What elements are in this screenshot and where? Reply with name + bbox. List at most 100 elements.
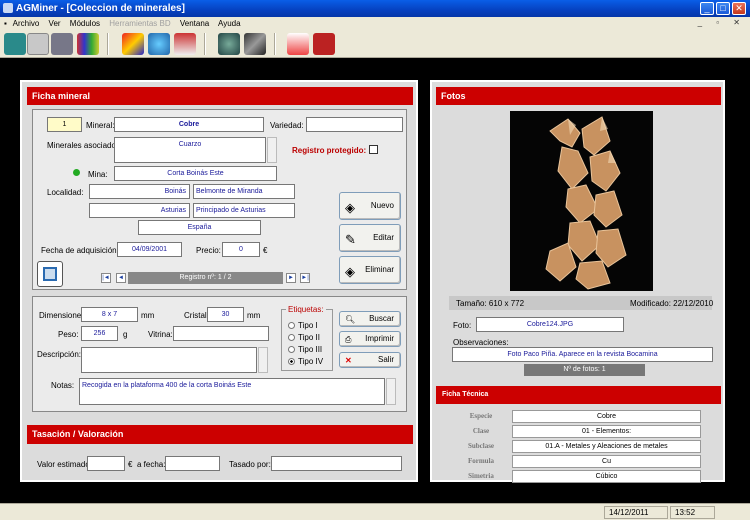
menu-herramientas[interactable]: Herramientas BD [109, 19, 170, 28]
ficha-header: Ficha mineral [27, 87, 413, 105]
variedad-field[interactable] [306, 117, 403, 132]
editar-button[interactable]: ✎ Editar [339, 224, 401, 252]
mina-field[interactable]: Corta Boinás Este [114, 166, 277, 181]
tasacion-fecha-field[interactable] [165, 456, 220, 471]
precio-field[interactable]: 0 [222, 242, 260, 257]
tecnica-row-value: Cu [512, 455, 701, 468]
cristal-field[interactable]: 30 [207, 307, 244, 322]
vitrina-field[interactable] [173, 326, 269, 341]
precio-label: Precio: [196, 246, 221, 255]
descripcion-scrollbar[interactable] [258, 347, 268, 373]
eliminar-button[interactable]: ◈ Eliminar [339, 256, 401, 284]
edit-pencil-icon: ✎ [345, 232, 356, 247]
tool-binoculars-icon[interactable] [244, 33, 266, 55]
window-title: AGMiner - [Coleccion de minerales] [16, 3, 185, 14]
next-record-button[interactable]: ► [286, 273, 296, 283]
observaciones-field[interactable]: Foto Paco Piña. Aparece en la revista Bo… [452, 347, 713, 362]
menu-bar: ▪ Archivo Ver Módulos Herramientas BD Ve… [0, 17, 750, 30]
title-bar: AGMiner - [Coleccion de minerales] [0, 0, 750, 17]
vitrina-label: Vitrina: [148, 330, 173, 339]
last-record-button[interactable]: ►| [300, 273, 310, 283]
mdi-controls[interactable]: _ ▫ ✕ [698, 18, 746, 27]
fecha-adquisicion-label: Fecha de adquisición: [41, 246, 119, 255]
etiqueta-tipo-2[interactable]: Tipo II [288, 333, 320, 342]
tool-catalog-icon[interactable] [174, 33, 196, 55]
peso-unit: g [123, 330, 128, 339]
notas-scrollbar[interactable] [386, 378, 396, 405]
buscar-button[interactable]: 🔍︎ Buscar [339, 311, 401, 327]
protegido-checkbox[interactable] [369, 145, 378, 154]
catalog-card-icon[interactable] [37, 261, 63, 287]
tool-pdf-icon[interactable] [287, 33, 309, 55]
localidad-field-2b[interactable]: Principado de Asturias [193, 203, 295, 218]
salir-button[interactable]: ✕ Salir [339, 352, 401, 368]
mineral-photo[interactable] [510, 111, 653, 291]
menu-archivo[interactable]: Archivo [13, 19, 40, 28]
imprimir-button[interactable]: ⎙ Imprimir [339, 331, 401, 347]
tool-specimen-icon[interactable] [218, 33, 240, 55]
status-dot-icon [73, 169, 80, 176]
menu-ayuda[interactable]: Ayuda [218, 19, 241, 28]
mineral-label: Mineral: [86, 121, 115, 130]
tasado-por-field[interactable] [271, 456, 402, 471]
menu-modulos[interactable]: Módulos [70, 19, 100, 28]
status-bar: 14/12/2011 13:52 [0, 503, 750, 520]
close-x-icon: ✕ [345, 356, 352, 365]
etiqueta-tipo-3[interactable]: Tipo III [288, 345, 322, 354]
mineral-field[interactable]: Cobre [114, 117, 264, 132]
menu-ver[interactable]: Ver [49, 19, 61, 28]
tool-rock-hammer-icon[interactable] [4, 33, 26, 55]
tasacion-header: Tasación / Valoración [27, 425, 413, 444]
close-button[interactable]: ✕ [732, 2, 746, 15]
tecnica-row-label: Subclase [467, 442, 495, 450]
status-message [0, 506, 602, 519]
tool-books-icon[interactable] [77, 33, 99, 55]
eliminar-label: Eliminar [365, 265, 394, 274]
record-number[interactable]: 1 [47, 117, 82, 132]
descripcion-field[interactable] [81, 347, 257, 373]
asociados-scrollbar[interactable] [267, 137, 277, 163]
maximize-button[interactable]: □ [716, 2, 730, 15]
first-record-button[interactable]: |◄ [101, 273, 111, 283]
notas-field[interactable]: Recogida en la plataforma 400 de la cort… [79, 378, 385, 405]
tecnica-row-label: Especie [469, 412, 493, 420]
asociados-field[interactable]: Cuarzo [114, 137, 266, 163]
valor-estimado-field[interactable] [87, 456, 125, 471]
tool-email-icon[interactable] [313, 33, 335, 55]
printer-icon: ⎙ [345, 335, 352, 344]
foto-field[interactable]: Cobre124.JPG [476, 317, 624, 332]
etiqueta-tipo-1[interactable]: Tipo I [288, 321, 318, 330]
nuevo-button[interactable]: ◈ Nuevo [339, 192, 401, 220]
prev-record-button[interactable]: ◄ [116, 273, 126, 283]
etiquetas-group: Etiquetas: Tipo I Tipo II Tipo III Tipo … [281, 305, 333, 371]
menu-ventana[interactable]: Ventana [180, 19, 209, 28]
variedad-label: Variedad: [270, 121, 304, 130]
localidad-field-1b[interactable]: Belmonte de Miranda [193, 184, 295, 199]
photo-modified: Modificado: 22/12/2010 [630, 299, 714, 308]
editar-label: Editar [373, 233, 394, 242]
app-icon [3, 3, 13, 13]
tecnica-row-label: Clase [472, 427, 490, 435]
etiquetas-title: Etiquetas: [286, 305, 326, 314]
localidad-field-1a[interactable]: Boinás [89, 184, 190, 199]
protegido-label: Registro protegido: [292, 146, 367, 155]
fecha-adquisicion-field[interactable]: 04/09/2001 [117, 242, 182, 257]
dimensiones-field[interactable]: 8 x 7 [81, 307, 138, 322]
minimize-button[interactable]: _ [700, 2, 714, 15]
fotos-header: Fotos [436, 87, 721, 105]
tool-cabinet-icon[interactable] [51, 33, 73, 55]
localidad-field-2a[interactable]: Asturias [89, 203, 190, 218]
tecnica-header: Ficha Técnica [436, 386, 721, 404]
pais-field[interactable]: España [138, 220, 261, 235]
localidad-label: Localidad: [47, 188, 84, 197]
etiqueta-tipo-4-label: Tipo IV [298, 357, 324, 366]
photo-count: Nº de fotos: 1 [524, 364, 645, 376]
peso-field[interactable]: 256 [81, 326, 118, 341]
tool-globe-icon[interactable] [148, 33, 170, 55]
toolbar-separator [107, 33, 109, 55]
etiqueta-tipo-4[interactable]: Tipo IV [288, 357, 323, 366]
tool-map-icon[interactable] [122, 33, 144, 55]
tecnica-row-label: Simetria [468, 472, 494, 480]
tool-crystal-icon[interactable] [27, 33, 49, 55]
valor-currency: € [128, 460, 133, 469]
